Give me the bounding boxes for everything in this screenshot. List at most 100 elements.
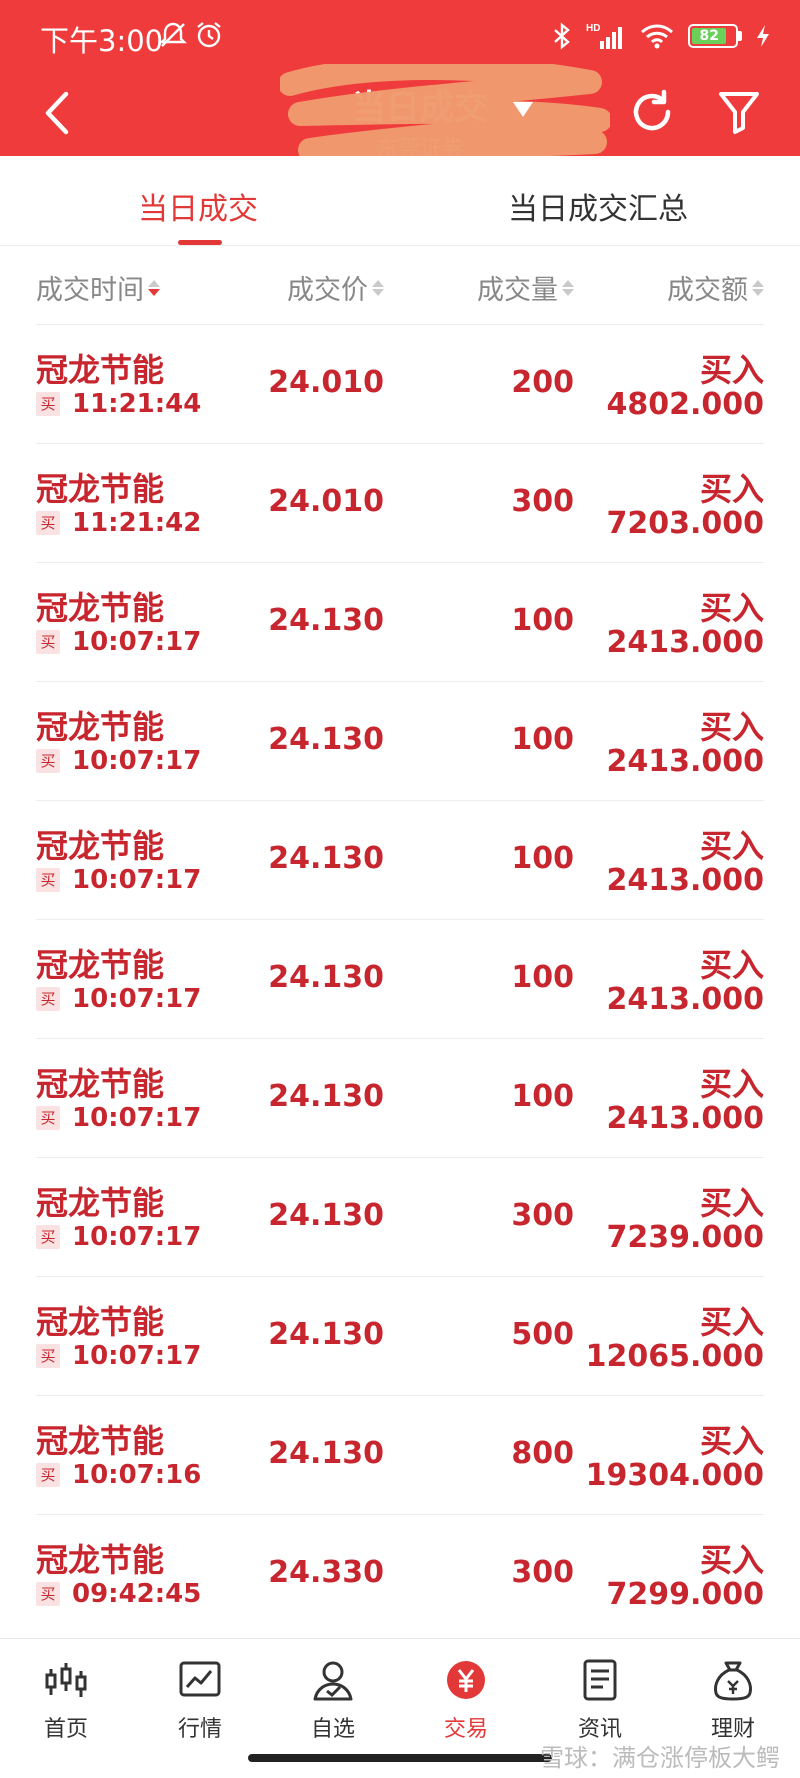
buy-tag: 买 <box>36 1463 60 1487</box>
user-check-icon <box>313 1661 353 1701</box>
trade-volume: 100 <box>511 960 574 995</box>
trade-direction: 买入 <box>699 827 764 865</box>
sort-icon <box>752 279 764 296</box>
nav-watchlist[interactable]: 自选 <box>283 1659 383 1743</box>
dropdown-caret-icon[interactable] <box>512 100 534 118</box>
watermark: 雪球：满仓涨停板大鳄 <box>540 1738 780 1773</box>
trade-row[interactable]: 冠龙节能 买 10:07:17 24.130 100 买入 2413.000 <box>36 681 764 800</box>
charging-icon <box>757 25 769 47</box>
trade-direction: 买入 <box>699 1422 764 1460</box>
nav-trade[interactable]: 交易 <box>416 1659 516 1743</box>
trade-row[interactable]: 冠龙节能 买 10:07:17 24.130 300 买入 7239.000 <box>36 1157 764 1276</box>
home-indicator[interactable] <box>248 1754 552 1762</box>
column-header-amount[interactable]: 成交额 <box>667 268 764 307</box>
stock-name: 冠龙节能 <box>36 1303 165 1341</box>
trade-amount: 12065.000 <box>585 1339 764 1374</box>
buy-tag: 买 <box>36 392 60 416</box>
trade-volume: 200 <box>511 365 574 400</box>
trade-list: 冠龙节能 买 11:21:44 24.010 200 买入 4802.000 冠龙… <box>0 324 800 1633</box>
refresh-icon[interactable] <box>628 88 676 136</box>
trade-direction: 买入 <box>699 1303 764 1341</box>
trade-amount: 2413.000 <box>606 625 764 660</box>
trade-direction: 买入 <box>699 351 764 389</box>
nav-wealth[interactable]: 理财 <box>683 1659 783 1743</box>
trade-row[interactable]: 冠龙节能 买 10:07:16 24.130 800 买入 19304.000 <box>36 1395 764 1514</box>
trade-row[interactable]: 冠龙节能 买 10:07:17 24.130 100 买入 2413.000 <box>36 562 764 681</box>
watermark-text: 雪球：满仓涨停板大鳄 <box>540 1744 780 1772</box>
trade-volume: 100 <box>511 722 574 757</box>
chart-icon <box>179 1661 221 1697</box>
trade-row[interactable]: 冠龙节能 买 09:42:45 24.330 300 买入 7299.000 <box>36 1514 764 1633</box>
candlestick-icon <box>45 1663 87 1697</box>
trade-time: 11:21:44 <box>72 389 202 419</box>
status-right: HD 82 <box>552 20 770 52</box>
trade-time: 10:07:17 <box>72 1103 202 1133</box>
trade-amount: 2413.000 <box>606 863 764 898</box>
stock-name: 冠龙节能 <box>36 351 165 389</box>
redaction-scribble <box>280 64 610 156</box>
trade-volume: 300 <box>511 484 574 519</box>
stock-name: 冠龙节能 <box>36 1065 165 1103</box>
battery-indicator: 82 <box>688 24 742 48</box>
document-icon <box>583 1659 617 1701</box>
trade-direction: 买入 <box>699 708 764 746</box>
trade-price: 24.130 <box>268 1436 384 1471</box>
buy-tag: 买 <box>36 749 60 773</box>
top-bar: 下午3:00 HD 82 当日成交 东莞证券 <box>0 0 800 162</box>
stock-name: 冠龙节能 <box>36 946 165 984</box>
trade-volume: 300 <box>511 1555 574 1590</box>
trade-direction: 买入 <box>699 946 764 984</box>
buy-tag: 买 <box>36 1582 60 1606</box>
trade-row[interactable]: 冠龙节能 买 10:07:17 24.130 500 买入 12065.000 <box>36 1276 764 1395</box>
column-header-row: 成交时间 成交价 成交量 成交额 <box>0 246 800 324</box>
trade-time: 09:42:45 <box>72 1579 202 1609</box>
trade-price: 24.130 <box>268 1317 384 1352</box>
stock-name: 冠龙节能 <box>36 1541 165 1579</box>
tab-daily-trades[interactable]: 当日成交 <box>138 184 258 228</box>
status-bar: 下午3:00 HD 82 <box>0 0 800 74</box>
trade-row[interactable]: 冠龙节能 买 10:07:17 24.130 100 买入 2413.000 <box>36 1038 764 1157</box>
trade-direction: 买入 <box>699 470 764 508</box>
trade-direction: 买入 <box>699 589 764 627</box>
yen-icon <box>447 1661 485 1699</box>
buy-tag: 买 <box>36 1344 60 1368</box>
buy-tag: 买 <box>36 987 60 1011</box>
nav-market[interactable]: 行情 <box>150 1659 250 1743</box>
sort-icon <box>562 279 574 296</box>
trade-row[interactable]: 冠龙节能 买 10:07:17 24.130 100 买入 2413.000 <box>36 800 764 919</box>
nav-news[interactable]: 资讯 <box>550 1659 650 1743</box>
trade-time: 10:07:17 <box>72 627 202 657</box>
tab-underline <box>178 240 222 245</box>
trade-price: 24.130 <box>268 1198 384 1233</box>
alarm-icon <box>197 22 221 48</box>
status-time: 下午3:00 <box>40 24 164 58</box>
trade-row[interactable]: 冠龙节能 买 10:07:17 24.130 100 买入 2413.000 <box>36 919 764 1038</box>
signal-icon: HD <box>586 23 622 49</box>
nav-label: 交易 <box>443 1717 488 1742</box>
trade-row[interactable]: 冠龙节能 买 11:21:42 24.010 300 买入 7203.000 <box>36 443 764 562</box>
trade-row[interactable]: 冠龙节能 买 11:21:44 24.010 200 买入 4802.000 <box>36 324 764 443</box>
trade-price: 24.130 <box>268 603 384 638</box>
nav-home[interactable]: 首页 <box>16 1659 116 1743</box>
stock-name: 冠龙节能 <box>36 708 165 746</box>
trade-amount: 7239.000 <box>606 1220 764 1255</box>
trade-direction: 买入 <box>699 1184 764 1222</box>
buy-tag: 买 <box>36 630 60 654</box>
money-bag-icon <box>714 1661 752 1701</box>
tab-daily-summary[interactable]: 当日成交汇总 <box>508 184 688 228</box>
column-header-label: 成交额 <box>667 275 748 306</box>
back-icon[interactable] <box>40 88 74 138</box>
stock-name: 冠龙节能 <box>36 470 165 508</box>
filter-icon[interactable] <box>718 88 760 136</box>
column-header-label: 成交时间 <box>36 275 144 306</box>
column-header-volume[interactable]: 成交量 <box>477 268 574 307</box>
svg-text:HD: HD <box>586 23 600 34</box>
trade-price: 24.010 <box>268 365 384 400</box>
trade-volume: 500 <box>511 1317 574 1352</box>
column-header-price[interactable]: 成交价 <box>287 268 384 307</box>
column-header-time[interactable]: 成交时间 <box>36 268 160 307</box>
buy-tag: 买 <box>36 1106 60 1130</box>
trade-price: 24.130 <box>268 960 384 995</box>
trade-direction: 买入 <box>699 1541 764 1579</box>
column-header-label: 成交量 <box>477 275 558 306</box>
